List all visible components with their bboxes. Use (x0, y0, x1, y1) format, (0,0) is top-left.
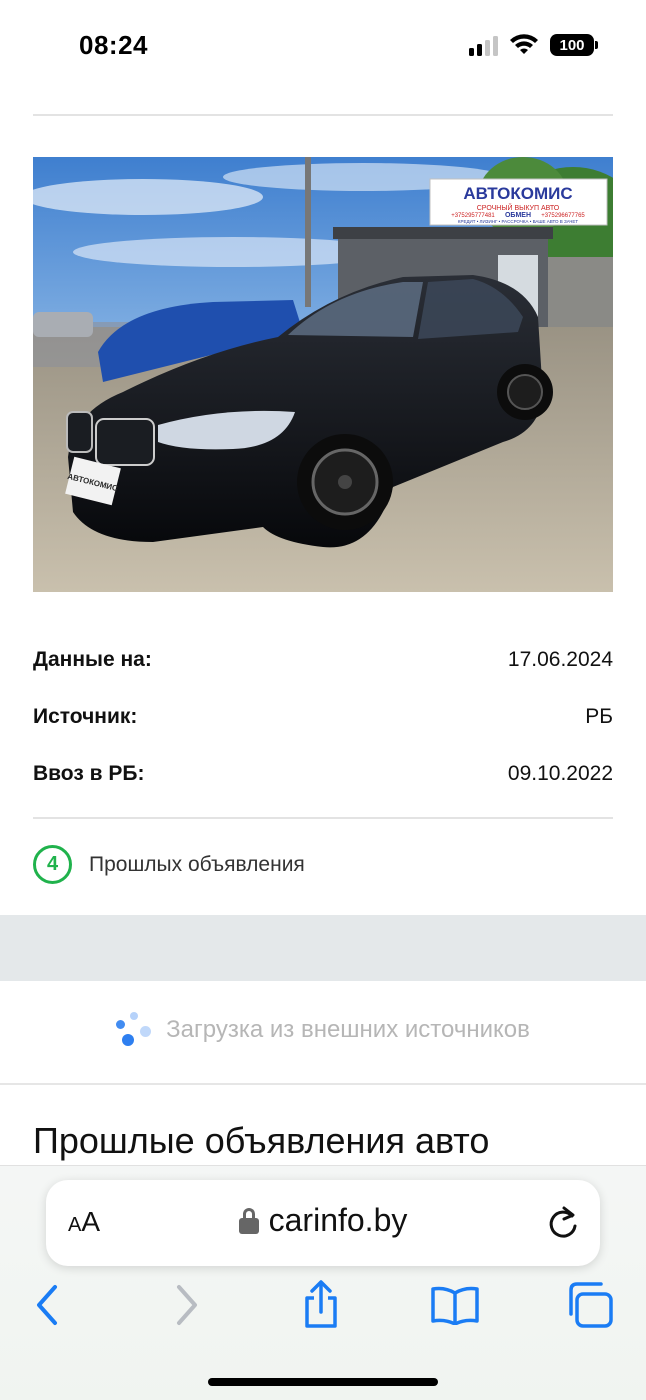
reload-icon[interactable] (546, 1204, 580, 1240)
section-separator (0, 915, 646, 981)
sign-exchange: ОБМЕН (505, 212, 531, 219)
back-icon (37, 1285, 57, 1325)
url-text: carinfo.by (268, 1202, 408, 1238)
status-icons: 100 (469, 34, 598, 56)
info-label: Источник: (33, 705, 138, 728)
bookmarks-icon (431, 1286, 479, 1325)
past-ads-count-badge: 4 (33, 845, 72, 884)
bookmarks-button[interactable] (430, 1280, 480, 1330)
share-button[interactable] (296, 1280, 346, 1330)
sign-subtitle: СРОЧНЫЙ ВЫКУП АВТО (477, 203, 560, 212)
signal-icon (469, 34, 498, 56)
past-ads-link[interactable]: 4 Прошлых объявления (33, 845, 305, 884)
info-divider (33, 817, 613, 819)
past-ads-label: Прошлых объявления (89, 852, 305, 876)
loading-text: Загрузка из внешних источников (166, 1016, 530, 1043)
home-indicator[interactable] (208, 1378, 438, 1386)
info-value: 17.06.2024 (507, 648, 613, 671)
loading-indicator: Загрузка из внешних источников (0, 1012, 646, 1048)
forward-icon (177, 1285, 197, 1325)
car-photo-scene: АВТОКОМИС СРОЧНЫЙ ВЫКУП АВТО +3752957774… (33, 157, 613, 592)
info-value: 09.10.2022 (507, 762, 613, 785)
back-button[interactable] (22, 1280, 72, 1330)
section-title: Прошлые объявления авто (33, 1120, 490, 1161)
share-icon (305, 1280, 337, 1328)
status-bar: 08:24 100 (0, 0, 646, 96)
car-photo[interactable]: АВТОКОМИС СРОЧНЫЙ ВЫКУП АВТО +3752957774… (33, 157, 613, 592)
sign-bottom: КРЕДИТ • ЛИЗИНГ • РАССРОЧКА • ВАШЕ АВТО … (458, 219, 579, 224)
top-divider (33, 114, 613, 116)
tabs-button[interactable] (566, 1280, 616, 1330)
sign-title: АВТОКОМИС (463, 184, 572, 203)
info-row-date: Данные на: 17.06.2024 (33, 648, 613, 672)
lock-icon (238, 1207, 259, 1234)
url-display[interactable]: carinfo.by (46, 1202, 600, 1239)
battery-icon: 100 (550, 34, 598, 56)
address-bar[interactable]: AA carinfo.by (46, 1180, 600, 1266)
page: 08:24 100 АВТОКОМИС СРОЧНЫЙ ВЫКУП АВТО +… (0, 0, 646, 1400)
tab-bar (0, 1280, 646, 1340)
wifi-icon (510, 34, 538, 54)
info-label: Данные на: (33, 648, 152, 671)
mid-divider (0, 1083, 646, 1085)
info-row-import: Ввоз в РБ: 09.10.2022 (33, 762, 613, 786)
info-value: РБ (585, 705, 613, 728)
info-label: Ввоз в РБ: (33, 762, 145, 785)
forward-button[interactable] (162, 1280, 212, 1330)
info-row-source: Источник: РБ (33, 705, 613, 729)
spinner-icon (116, 1012, 152, 1048)
status-time: 08:24 (79, 30, 148, 60)
tabs-icon (569, 1282, 613, 1328)
